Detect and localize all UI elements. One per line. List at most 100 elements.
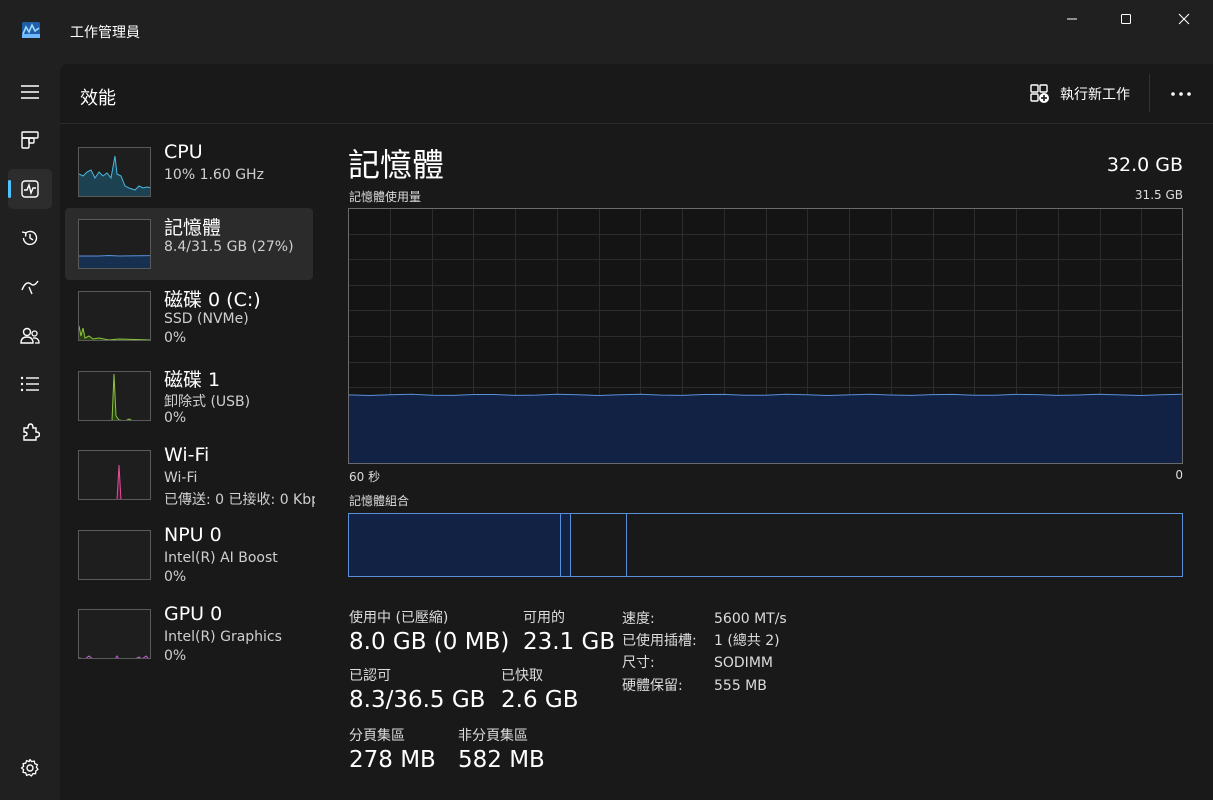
stat-value: 23.1 GB — [523, 629, 616, 655]
stat-value: 582 MB — [458, 747, 545, 773]
memory-usage-area — [349, 394, 1182, 463]
hamburger-icon — [21, 85, 39, 99]
stat-label: 分頁集區 — [349, 728, 405, 744]
processes-icon — [21, 131, 39, 149]
device-subtitle: Intel(R) AI Boost — [164, 550, 278, 566]
spec-key: 已使用插槽: — [622, 633, 697, 649]
device-name: NPU 0 — [164, 524, 222, 546]
memory-composition-bar — [348, 513, 1183, 577]
device-cpu[interactable]: CPU 10% 1.60 GHz — [65, 136, 313, 208]
device-disk-1[interactable]: 磁碟 1 卸除式 (USB) 0% — [65, 360, 313, 432]
nav-performance-button[interactable] — [8, 169, 52, 209]
chart-axis-right: 0 — [1175, 468, 1183, 482]
npu-thumbnail-graph — [78, 530, 151, 580]
startup-icon — [21, 280, 39, 295]
composition-standby-segment — [571, 514, 628, 576]
cpu-thumbnail-graph — [78, 147, 151, 197]
spec-speed: 速度: 5600 MT/s — [622, 608, 787, 628]
gpu-thumbnail-graph — [78, 609, 151, 659]
minimize-button[interactable] — [1043, 0, 1101, 38]
new-task-icon — [1030, 84, 1049, 103]
spec-key: 硬體保留: — [622, 678, 683, 694]
spec-value: 555 MB — [714, 678, 767, 694]
page-title: 效能 — [80, 88, 116, 109]
device-usage: 已傳送: 0 已接收: 0 Kbps — [164, 492, 315, 508]
composition-modified-segment — [560, 514, 571, 576]
stat-available: 可用的 23.1 GB — [523, 607, 615, 655]
stat-value: 8.0 GB (0 MB) — [349, 629, 510, 655]
more-dots-icon — [1171, 92, 1191, 96]
gear-icon — [20, 758, 39, 777]
device-name: CPU — [164, 141, 203, 163]
stat-label: 已快取 — [501, 668, 543, 684]
stat-paged-pool: 分頁集區 278 MB — [349, 725, 436, 773]
stat-label: 可用的 — [523, 610, 565, 626]
device-name: GPU 0 — [164, 603, 223, 625]
main-panel: 效能 執行新工作 CPU 10% 1.60 GHz 記憶體 8.4/31.5 G… — [60, 64, 1213, 800]
memory-usage-chart — [348, 208, 1183, 464]
nav-processes-button[interactable] — [8, 120, 52, 160]
disk-0-thumbnail-graph — [78, 291, 151, 341]
device-name: 磁碟 0 (C:) — [164, 289, 261, 311]
nav-startup-apps-button[interactable] — [8, 267, 52, 307]
device-disk-0[interactable]: 磁碟 0 (C:) SSD (NVMe) 0% — [65, 280, 313, 352]
wifi-thumbnail-graph — [78, 450, 151, 500]
header-divider — [1149, 74, 1150, 112]
nav-app-history-button[interactable] — [8, 218, 52, 258]
nav-users-button[interactable] — [8, 316, 52, 356]
memory-usage-max: 31.5 GB — [1134, 188, 1183, 202]
device-memory[interactable]: 記憶體 8.4/31.5 GB (27%) — [65, 208, 313, 280]
spec-value: 1 (總共 2) — [714, 633, 780, 649]
close-button[interactable] — [1155, 0, 1213, 38]
spec-form-factor: 尺寸: SODIMM — [622, 652, 773, 672]
hamburger-menu-button[interactable] — [8, 72, 52, 112]
device-subtitle: 10% 1.60 GHz — [164, 167, 264, 183]
device-wifi[interactable]: Wi-Fi Wi-Fi 已傳送: 0 已接收: 0 Kbps — [65, 439, 315, 511]
nav-settings-button[interactable] — [8, 748, 52, 788]
device-subtitle: SSD (NVMe) — [164, 311, 249, 327]
spec-key: 尺寸: — [622, 655, 655, 671]
maximize-button[interactable] — [1097, 0, 1155, 38]
device-npu[interactable]: NPU 0 Intel(R) AI Boost 0% — [65, 519, 313, 591]
detail-title: 記憶體 — [348, 146, 445, 184]
device-name: Wi-Fi — [164, 444, 210, 466]
spec-slots-used: 已使用插槽: 1 (總共 2) — [622, 630, 780, 650]
stat-non-paged-pool: 非分頁集區 582 MB — [458, 725, 545, 773]
title-bar: 工作管理員 — [0, 0, 1213, 62]
stat-in-use: 使用中 (已壓縮) 8.0 GB (0 MB) — [349, 607, 509, 655]
device-name: 記憶體 — [164, 217, 222, 239]
spec-key: 速度: — [622, 611, 655, 627]
memory-composition-label: 記憶體組合 — [349, 494, 410, 508]
device-subtitle: Wi-Fi — [164, 470, 198, 486]
run-new-task-button[interactable]: 執行新工作 — [1030, 82, 1130, 106]
window-title: 工作管理員 — [70, 25, 140, 41]
stat-value: 2.6 GB — [501, 687, 579, 713]
memory-usage-label: 記憶體使用量 — [349, 190, 422, 204]
task-manager-app-icon — [22, 22, 40, 38]
nav-details-button[interactable] — [8, 364, 52, 404]
stat-committed: 已認可 8.3/36.5 GB — [349, 665, 485, 713]
device-usage: 0% — [164, 569, 187, 585]
device-subtitle: Intel(R) Graphics — [164, 629, 282, 645]
stat-value: 278 MB — [349, 747, 436, 773]
performance-icon — [21, 180, 39, 198]
device-usage: 0% — [164, 330, 187, 346]
stat-label: 使用中 (已壓縮) — [349, 610, 449, 626]
history-icon — [21, 230, 38, 246]
more-options-button[interactable] — [1164, 82, 1198, 106]
device-gpu[interactable]: GPU 0 Intel(R) Graphics 0% — [65, 598, 313, 670]
disk-1-thumbnail-graph — [78, 371, 151, 421]
nav-services-button[interactable] — [8, 412, 52, 452]
spec-value: SODIMM — [714, 655, 773, 671]
navigation-rail — [0, 62, 60, 800]
run-new-task-label: 執行新工作 — [1060, 87, 1130, 103]
spec-hardware-reserved: 硬體保留: 555 MB — [622, 675, 767, 695]
chart-axis-left: 60 秒 — [349, 470, 381, 484]
page-header: 效能 執行新工作 — [60, 64, 1213, 124]
stat-label: 非分頁集區 — [458, 728, 528, 744]
composition-in-use-segment — [349, 514, 561, 576]
stat-value: 8.3/36.5 GB — [349, 687, 486, 713]
services-puzzle-icon — [23, 423, 40, 441]
device-subtitle: 8.4/31.5 GB (27%) — [164, 239, 294, 255]
device-subtitle: 卸除式 (USB) — [164, 394, 251, 410]
